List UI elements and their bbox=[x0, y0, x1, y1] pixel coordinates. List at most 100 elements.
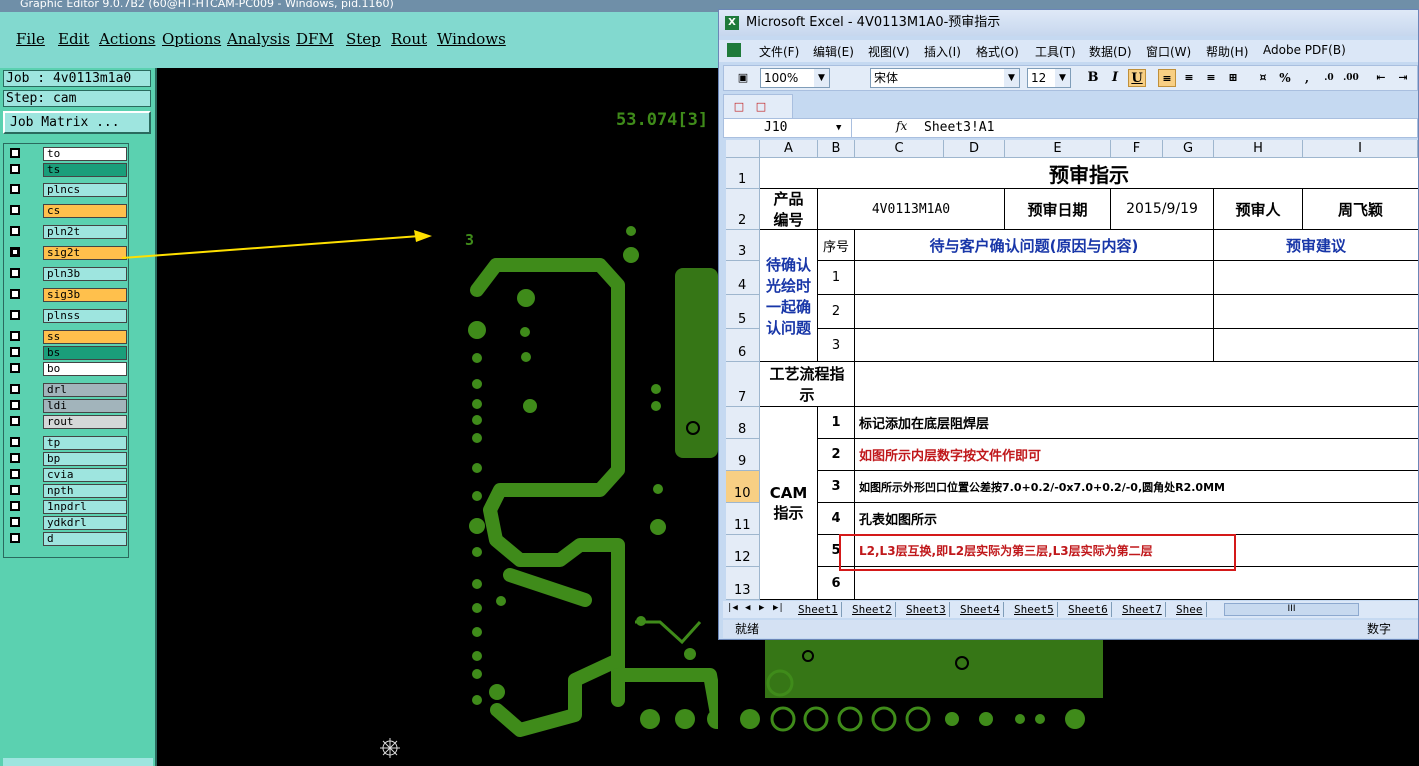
currency-icon[interactable]: ¤ bbox=[1254, 69, 1272, 87]
layer-row-ydkdrl[interactable]: ydkdrl bbox=[7, 516, 127, 531]
pending-number[interactable]: 1 bbox=[818, 261, 855, 295]
suggest-header[interactable]: 预审建议 bbox=[1214, 230, 1418, 261]
sheet-tab[interactable]: Sheet6 bbox=[1065, 602, 1112, 617]
layer-checkbox[interactable] bbox=[10, 310, 20, 320]
layer-checkbox[interactable] bbox=[10, 363, 20, 373]
menu-edit-cn[interactable]: 编辑(E) bbox=[813, 43, 854, 60]
horizontal-scrollbar[interactable]: III bbox=[1224, 603, 1359, 616]
pending-number[interactable]: 2 bbox=[818, 295, 855, 329]
row-header[interactable]: 8 bbox=[726, 407, 760, 439]
instruction-text[interactable]: 标记添加在底层阻焊层 bbox=[855, 407, 1418, 439]
layer-row-1npdrl[interactable]: 1npdrl bbox=[7, 500, 127, 515]
prev-sheet-icon[interactable]: ◀ bbox=[745, 603, 750, 613]
process-label[interactable]: 工艺流程指示 bbox=[760, 362, 855, 407]
layer-name[interactable]: cvia bbox=[43, 468, 127, 482]
column-header[interactable]: G bbox=[1163, 140, 1214, 158]
formula-input[interactable]: Sheet3!A1 bbox=[924, 119, 994, 137]
cam-label[interactable]: CAM指示 bbox=[760, 407, 818, 600]
menu-window-cn[interactable]: 窗口(W) bbox=[1146, 43, 1191, 60]
layer-checkbox[interactable] bbox=[10, 501, 20, 511]
instruction-number[interactable]: 4 bbox=[818, 503, 855, 535]
product-code[interactable]: 4V0113M1A0 bbox=[818, 189, 1005, 230]
spreadsheet-grid[interactable]: A B C D E F G H I 1 2 3 4 5 6 7 8 9 10 1… bbox=[726, 140, 1418, 600]
layer-row-drl[interactable]: drl bbox=[7, 383, 127, 398]
merge-center-icon[interactable]: ⊞ bbox=[1224, 69, 1242, 87]
row-header[interactable]: 12 bbox=[726, 535, 760, 567]
save-icon[interactable]: ▣ bbox=[734, 69, 752, 87]
menu-tools-cn[interactable]: 工具(T) bbox=[1035, 43, 1076, 60]
instruction-text[interactable]: 孔表如图所示 bbox=[855, 503, 1418, 535]
row-header-selected[interactable]: 10 bbox=[726, 471, 760, 503]
align-center-icon[interactable]: ≡ bbox=[1180, 69, 1198, 87]
instruction-number[interactable]: 2 bbox=[818, 439, 855, 471]
pending-suggest-cell[interactable] bbox=[1214, 261, 1418, 295]
layer-name[interactable]: 1npdrl bbox=[43, 500, 127, 514]
column-header[interactable]: F bbox=[1111, 140, 1163, 158]
increase-decimal-icon[interactable]: .0 bbox=[1320, 69, 1338, 87]
column-header[interactable]: C bbox=[855, 140, 944, 158]
layer-checkbox[interactable] bbox=[10, 384, 20, 394]
layer-row-bs[interactable]: bs bbox=[7, 346, 127, 361]
layer-row-bp[interactable]: bp bbox=[7, 452, 127, 467]
pdf-convert-icon[interactable]: □ bbox=[730, 98, 748, 116]
layer-name[interactable]: bo bbox=[43, 362, 127, 376]
column-header[interactable]: H bbox=[1214, 140, 1303, 158]
layer-checkbox[interactable] bbox=[10, 437, 20, 447]
sheet-tab[interactable]: Sheet2 bbox=[849, 602, 896, 617]
column-header[interactable]: A bbox=[760, 140, 818, 158]
menu-adobe-pdf[interactable]: Adobe PDF(B) bbox=[1263, 43, 1346, 57]
layer-name[interactable]: bp bbox=[43, 452, 127, 466]
sheet-control-icon[interactable] bbox=[727, 43, 741, 57]
instruction-text[interactable]: 如图所示内层数字按文件作即可 bbox=[855, 439, 1418, 471]
sheet-tab[interactable]: Shee bbox=[1173, 602, 1207, 617]
seq-header[interactable]: 序号 bbox=[818, 230, 855, 261]
decrease-decimal-icon[interactable]: .00 bbox=[1342, 69, 1360, 87]
layer-name[interactable]: bs bbox=[43, 346, 127, 360]
layer-checkbox[interactable] bbox=[10, 416, 20, 426]
row-header[interactable]: 11 bbox=[726, 503, 760, 535]
layer-name[interactable]: rout bbox=[43, 415, 127, 429]
pending-suggest-cell[interactable] bbox=[1214, 329, 1418, 362]
sheet-tab[interactable]: Sheet7 bbox=[1119, 602, 1166, 617]
layer-row-cvia[interactable]: cvia bbox=[7, 468, 127, 483]
layer-checkbox[interactable] bbox=[10, 469, 20, 479]
menu-view-cn[interactable]: 视图(V) bbox=[868, 43, 910, 60]
italic-button[interactable]: I bbox=[1106, 69, 1124, 87]
layer-checkbox[interactable] bbox=[10, 453, 20, 463]
review-date[interactable]: 2015/9/19 bbox=[1111, 189, 1214, 230]
pending-issue-cell[interactable] bbox=[855, 261, 1214, 295]
pending-number[interactable]: 3 bbox=[818, 329, 855, 362]
layer-name[interactable]: ydkdrl bbox=[43, 516, 127, 530]
row-header[interactable]: 7 bbox=[726, 362, 760, 407]
layer-row-ss[interactable]: ss bbox=[7, 330, 127, 345]
pending-section-label[interactable]: 待确认光绘时一起确认问题 bbox=[760, 230, 818, 362]
sheet-tab[interactable]: Sheet4 bbox=[957, 602, 1004, 617]
layer-checkbox[interactable] bbox=[10, 485, 20, 495]
layer-name[interactable]: plnss bbox=[43, 309, 127, 323]
layer-name[interactable]: d bbox=[43, 532, 127, 546]
decrease-indent-icon[interactable]: ⇤ bbox=[1372, 69, 1390, 87]
reviewer-label[interactable]: 预审人 bbox=[1214, 189, 1303, 230]
issues-header[interactable]: 待与客户确认问题(原因与内容) bbox=[855, 230, 1214, 261]
layer-row-plnss[interactable]: plnss bbox=[7, 309, 127, 324]
align-right-icon[interactable]: ≡ bbox=[1202, 69, 1220, 87]
layer-name[interactable]: tp bbox=[43, 436, 127, 450]
bold-button[interactable]: B bbox=[1084, 69, 1102, 87]
layer-row-tp[interactable]: tp bbox=[7, 436, 127, 451]
row-header[interactable]: 2 bbox=[726, 189, 760, 230]
name-box-dropdown-icon[interactable]: ▼ bbox=[836, 119, 841, 137]
pending-issue-cell[interactable] bbox=[855, 329, 1214, 362]
sheet-tab[interactable]: Sheet5 bbox=[1011, 602, 1058, 617]
last-sheet-icon[interactable]: ▶| bbox=[773, 603, 784, 613]
instruction-number[interactable]: 1 bbox=[818, 407, 855, 439]
font-size-select[interactable]: 12 ▼ bbox=[1027, 68, 1071, 88]
column-header[interactable]: E bbox=[1005, 140, 1111, 158]
instruction-number[interactable]: 6 bbox=[818, 567, 855, 600]
row-header[interactable]: 13 bbox=[726, 567, 760, 600]
row-header[interactable]: 1 bbox=[726, 158, 760, 189]
sheet-tab[interactable]: Sheet1 bbox=[795, 602, 842, 617]
pdf-email-icon[interactable]: □ bbox=[752, 98, 770, 116]
review-date-label[interactable]: 预审日期 bbox=[1005, 189, 1111, 230]
layer-checkbox[interactable] bbox=[10, 331, 20, 341]
column-header[interactable]: I bbox=[1303, 140, 1418, 158]
